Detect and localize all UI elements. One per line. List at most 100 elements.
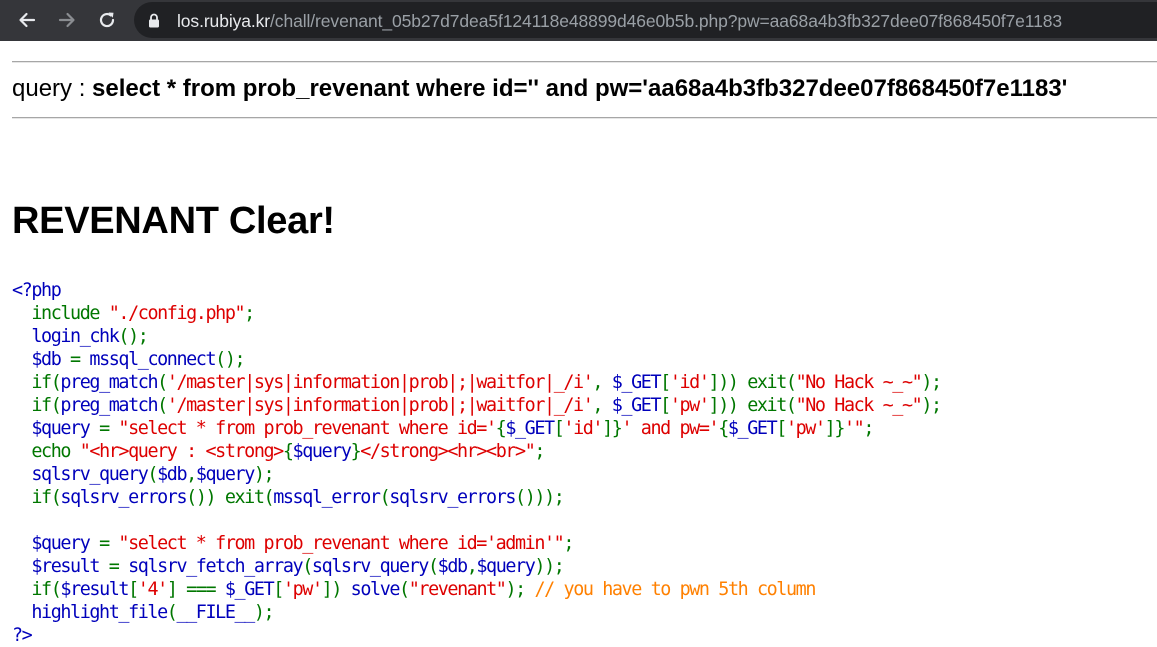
code-token: ())); [515, 487, 565, 508]
address-bar[interactable]: los.rubiya.kr/chall/revenant_05b27d7dea5… [134, 2, 1157, 38]
code-token: if( [31, 372, 61, 393]
code-token: ( [427, 556, 439, 577]
url-text[interactable]: los.rubiya.kr/chall/revenant_05b27d7dea5… [177, 11, 1062, 32]
code-token: ])) exit( [708, 395, 797, 416]
code-token: // you have to pwn 5th column [534, 579, 817, 600]
code-token: if( [31, 487, 61, 508]
code-token: preg_match [60, 372, 158, 393]
code-line: echo "<hr>query : <strong>{$query}</stro… [12, 440, 941, 463]
code-token: sqlsrv_errors [60, 487, 187, 508]
code-token: $_GET [611, 395, 662, 416]
code-token: ]} [824, 418, 846, 439]
code-line: sqlsrv_query($db,$query); [12, 463, 941, 486]
top-divider [12, 61, 1157, 63]
code-token: preg_match [60, 395, 158, 416]
code-token: [ [660, 395, 671, 416]
code-token: ' and pw=' [621, 418, 719, 439]
code-token: $db [437, 556, 468, 577]
bottom-divider [12, 117, 1157, 119]
arrow-left-icon [17, 10, 37, 30]
code-token: "select * from prob_revenant where id=' [118, 418, 497, 439]
code-token: = [99, 533, 119, 554]
code-token: "No Hack ~_~" [795, 395, 923, 416]
clear-title: REVENANT Clear! [12, 200, 335, 242]
code-token: ( [147, 464, 158, 485]
code-token: $result [12, 556, 109, 577]
code-token: __FILE__ [176, 602, 255, 623]
code-line: highlight_file(__FILE__); [12, 601, 941, 624]
code-token: , [186, 464, 197, 485]
query-label: query : [12, 75, 93, 102]
reload-button[interactable] [93, 6, 121, 34]
code-token: '/master|sys|information|prob|;|waitfor|… [166, 372, 594, 393]
code-token: "revenant" [408, 579, 507, 600]
forward-button[interactable] [53, 6, 81, 34]
code-token: "./config.php" [108, 303, 246, 324]
query-text: select * from prob_revenant where id='' … [92, 75, 1068, 102]
code-token: ( [379, 487, 391, 508]
code-token: if( [31, 395, 61, 416]
code-token: (); [215, 349, 245, 370]
back-button[interactable] [13, 6, 41, 34]
code-token: = [99, 418, 119, 439]
code-token: ( [302, 556, 313, 577]
code-token: { [282, 441, 294, 462]
query-line: query : select * from prob_revenant wher… [12, 75, 1067, 103]
code-token: ( [157, 372, 168, 393]
code-token: ; [563, 533, 574, 554]
lock-icon [148, 13, 160, 33]
code-token: highlight_file [12, 602, 168, 623]
code-token: ; [534, 441, 545, 462]
code-token: echo [31, 441, 80, 462]
code-token: if( [31, 579, 61, 600]
code-line: <?php [12, 279, 941, 302]
code-token: ()) exit( [186, 487, 274, 508]
code-token: 'pw' [785, 418, 826, 439]
code-token: ( [399, 579, 410, 600]
arrow-right-icon [57, 10, 77, 30]
code-token: = [70, 349, 90, 370]
code-token: ); [921, 395, 942, 416]
code-token: (); [118, 326, 148, 347]
code-token: , [466, 556, 478, 577]
code-token: $query [12, 533, 100, 554]
code-token: ]} [602, 418, 623, 439]
code-token: [ [128, 579, 139, 600]
code-token: ; [244, 303, 255, 324]
code-token: </strong><hr><br>" [360, 441, 536, 462]
code-token: $query [476, 556, 535, 577]
code-token: sqlsrv_fetch_array [128, 556, 304, 577]
code-line: $db = mssql_connect(); [12, 348, 941, 371]
code-token: ; [863, 418, 874, 439]
code-token: ]) [321, 579, 351, 600]
code-token: [ [660, 372, 671, 393]
code-token: solve [350, 579, 401, 600]
code-token: "<hr>query : <strong> [79, 441, 285, 462]
code-token: '/master|sys|information|prob|;|waitfor|… [166, 395, 594, 416]
code-token: mssql_connect [89, 349, 216, 370]
code-line: include "./config.php"; [12, 302, 941, 325]
code-token: ] === [166, 579, 225, 600]
code-token: sqlsrv_errors [389, 487, 516, 508]
code-line: if(preg_match('/master|sys|information|p… [12, 371, 942, 394]
code-token: ?> [12, 625, 33, 646]
code-token: 'pw' [282, 579, 323, 600]
code-token: ); [253, 464, 275, 485]
code-token: ); [505, 579, 535, 600]
code-token: $_GET [224, 579, 275, 600]
code-token: $result [60, 579, 129, 600]
code-token: $db [12, 349, 71, 370]
code-token: login_chk [12, 326, 119, 347]
code-token: include [31, 303, 109, 324]
code-line: login_chk(); [12, 325, 941, 348]
code-token: [ [776, 418, 787, 439]
code-token: , [592, 395, 612, 416]
browser-toolbar: los.rubiya.kr/chall/revenant_05b27d7dea5… [0, 0, 1157, 41]
code-line: if(preg_match('/master|sys|information|p… [12, 394, 942, 417]
code-token: $_GET [611, 372, 662, 393]
